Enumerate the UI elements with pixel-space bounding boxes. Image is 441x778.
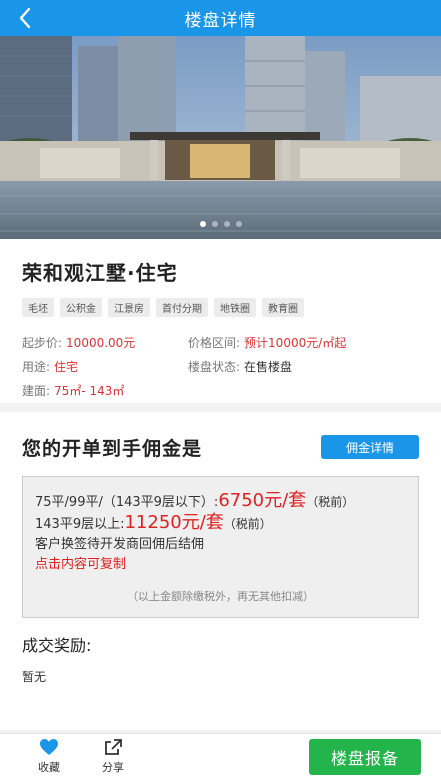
app-header: 楼盘详情 bbox=[0, 0, 441, 36]
area-value: 75㎡- 143㎡ bbox=[54, 384, 125, 398]
tag-label: 教育圈 bbox=[262, 298, 304, 317]
commission-line-2-suffix: （税前） bbox=[223, 517, 272, 531]
commission-note: （以上金额除缴税外，再无其他扣减） bbox=[127, 590, 314, 603]
bottom-action-bar: 收藏 分享 楼盘报备 bbox=[0, 733, 441, 778]
project-photo bbox=[0, 36, 441, 239]
commission-heading: 您的开单到手佣金是 bbox=[22, 437, 203, 460]
commission-line-3: 客户换签待开发商回佣后结佣 bbox=[35, 537, 205, 552]
status-value: 在售楼盘 bbox=[244, 360, 293, 374]
tag-label: 首付分期 bbox=[156, 298, 208, 317]
project-image-carousel[interactable] bbox=[0, 36, 441, 239]
carousel-dot[interactable] bbox=[223, 221, 230, 227]
commission-line-2: 143平9层以上:11250元/套（税前） bbox=[35, 513, 406, 535]
page-title: 楼盘详情 bbox=[184, 10, 257, 31]
share-button[interactable]: 分享 bbox=[102, 738, 124, 775]
price-range-label: 价格区间: bbox=[188, 336, 241, 350]
area-label: 建面: bbox=[22, 384, 51, 398]
commission-amount-2: 11250元/套 bbox=[124, 512, 224, 533]
back-button[interactable] bbox=[10, 0, 40, 36]
share-icon bbox=[105, 739, 122, 755]
usage-field: 用途: 住宅 bbox=[22, 355, 188, 379]
commission-line-2-prefix: 143平9层以上: bbox=[35, 517, 125, 532]
tag-label: 公积金 bbox=[60, 298, 102, 317]
favorite-label: 收藏 bbox=[38, 761, 60, 774]
reward-value: 暂无 bbox=[22, 670, 47, 684]
price-range-value: 预计10000元/㎡起 bbox=[244, 336, 347, 350]
carousel-dot[interactable] bbox=[199, 221, 206, 227]
carousel-dot[interactable] bbox=[211, 221, 218, 227]
tag-label: 毛坯 bbox=[22, 298, 54, 317]
project-tags: 毛坯 公积金 江景房 首付分期 地铁圈 教育圈 bbox=[22, 298, 419, 317]
price-range-field: 价格区间: 预计10000元/㎡起 bbox=[188, 331, 354, 355]
start-price-value: 10000.00元 bbox=[66, 336, 136, 350]
project-name: 荣和观江墅·住宅 bbox=[22, 261, 178, 285]
carousel-indicator bbox=[0, 221, 441, 227]
area-field: 建面: 75㎡- 143㎡ bbox=[22, 379, 188, 403]
usage-value: 住宅 bbox=[54, 360, 79, 374]
chevron-left-icon bbox=[19, 7, 31, 29]
project-info-section: 荣和观江墅·住宅 毛坯 公积金 江景房 首付分期 地铁圈 教育圈 起步价: 10… bbox=[0, 239, 441, 403]
usage-label: 用途: bbox=[22, 360, 51, 374]
commission-line-1-suffix: （税前） bbox=[306, 495, 355, 509]
commission-details-box[interactable]: 75平/99平/（143平9层以下）:6750元/套（税前） 143平9层以上:… bbox=[22, 476, 419, 618]
start-price-field: 起步价: 10000.00元 bbox=[22, 331, 188, 355]
commission-line-1-prefix: 75平/99平/（143平9层以下）: bbox=[35, 495, 219, 510]
heart-icon bbox=[40, 739, 58, 755]
commission-line-1: 75平/99平/（143平9层以下）:6750元/套（税前） bbox=[35, 491, 406, 513]
commission-amount-1: 6750元/套 bbox=[218, 490, 307, 511]
status-field: 楼盘状态: 在售楼盘 bbox=[188, 355, 354, 379]
copy-hint[interactable]: 点击内容可复制 bbox=[35, 555, 406, 575]
carousel-dot[interactable] bbox=[235, 221, 242, 227]
commission-detail-button[interactable]: 佣金详情 bbox=[321, 435, 419, 459]
tag-label: 江景房 bbox=[108, 298, 150, 317]
share-label: 分享 bbox=[102, 761, 124, 774]
project-properties: 起步价: 10000.00元 价格区间: 预计10000元/㎡起 用途: 住宅 … bbox=[22, 331, 419, 403]
tag-label: 地铁圈 bbox=[214, 298, 256, 317]
reward-title: 成交奖励: bbox=[22, 636, 92, 655]
project-report-button[interactable]: 楼盘报备 bbox=[309, 739, 421, 775]
favorite-button[interactable]: 收藏 bbox=[38, 738, 60, 775]
status-label: 楼盘状态: bbox=[188, 360, 241, 374]
start-price-label: 起步价: bbox=[22, 336, 63, 350]
commission-section: 您的开单到手佣金是 佣金详情 75平/99平/（143平9层以下）:6750元/… bbox=[0, 412, 441, 730]
